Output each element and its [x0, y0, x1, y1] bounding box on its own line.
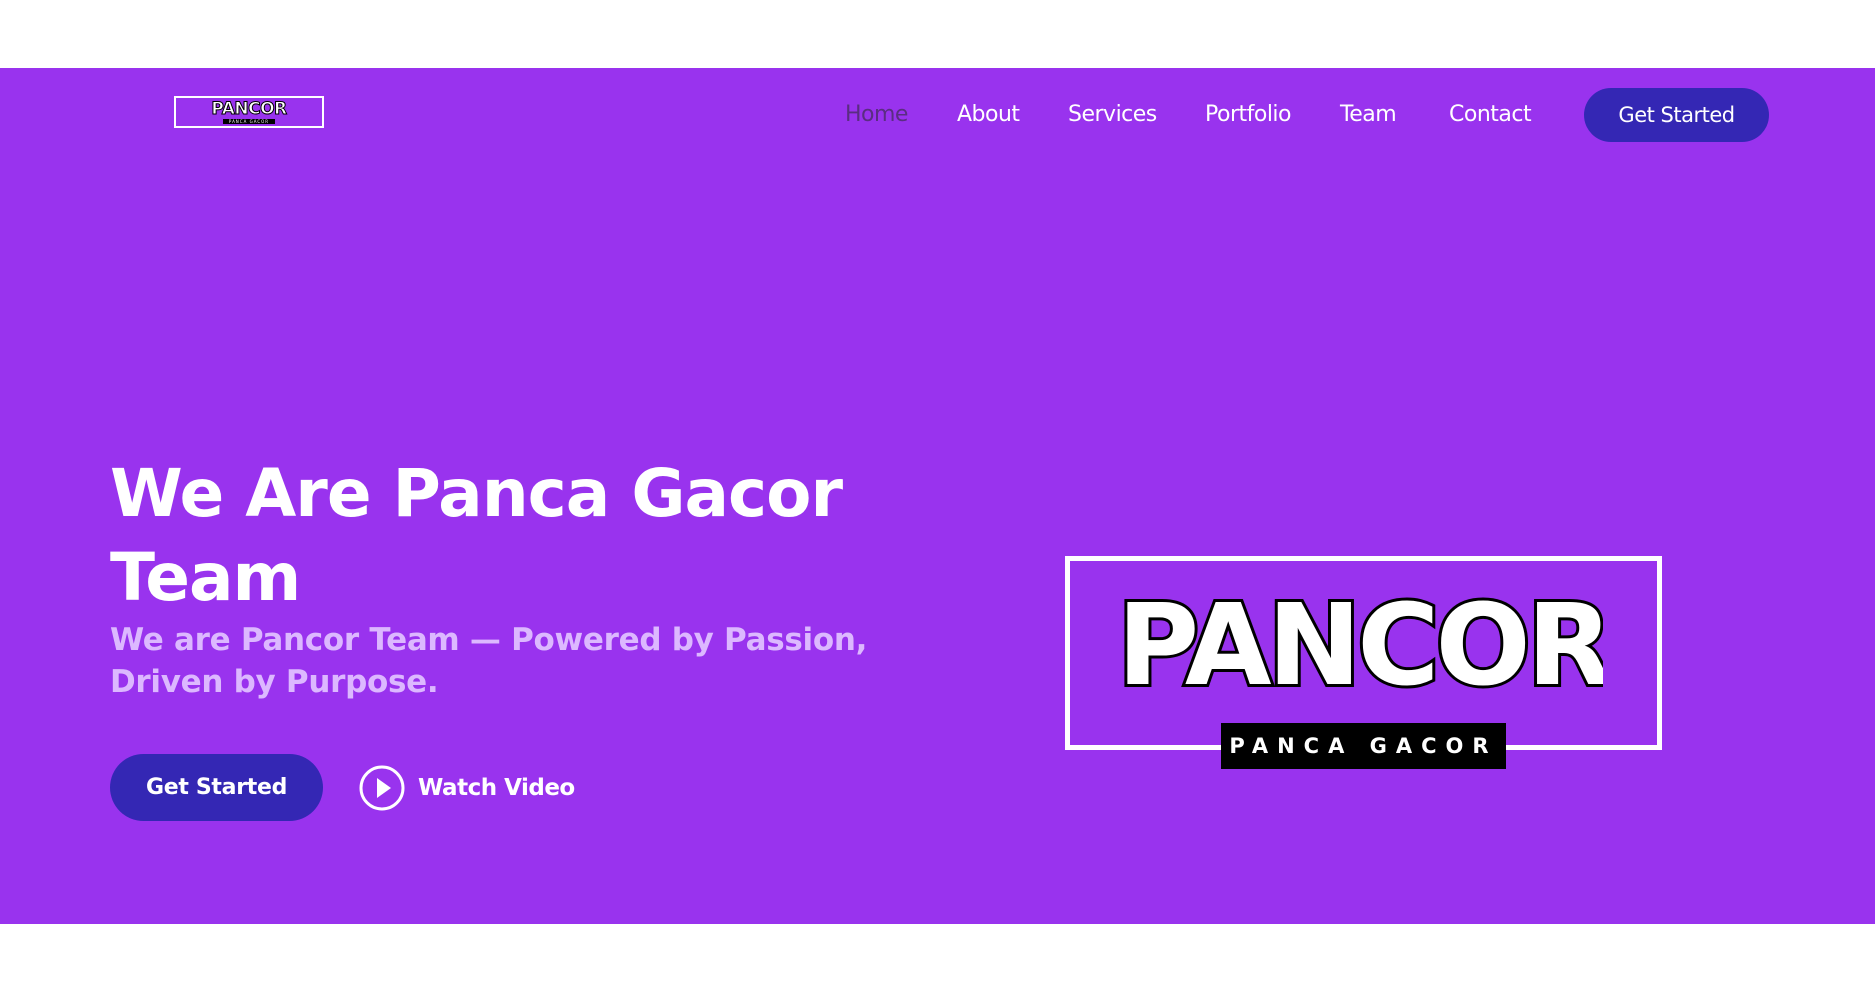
nav-home[interactable]: Home [845, 102, 908, 128]
site-logo[interactable]: PANCOR PANCA GACOR [174, 96, 324, 128]
nav-get-started-button[interactable]: Get Started [1584, 88, 1769, 142]
logo-wordmark-large: PANCOR [1123, 584, 1603, 704]
nav-services[interactable]: Services [1068, 102, 1157, 128]
logo-tagline-large: PANCA GACOR [1221, 723, 1506, 769]
nav-portfolio[interactable]: Portfolio [1205, 102, 1292, 128]
hero-get-started-button[interactable]: Get Started [110, 754, 323, 821]
hero-logo: PANCOR PANCA GACOR [1065, 556, 1662, 774]
nav-about[interactable]: About [957, 102, 1020, 128]
logo-tagline: PANCA GACOR [222, 118, 276, 124]
watch-video-link[interactable]: Watch Video [358, 763, 575, 813]
hero-section: PANCOR PANCA GACOR Home About Services P… [0, 68, 1875, 924]
navbar: PANCOR PANCA GACOR Home About Services P… [0, 68, 1875, 158]
watch-video-label: Watch Video [418, 775, 575, 801]
play-circle-icon [358, 764, 406, 812]
hero-headline: We Are Panca Gacor Team [110, 455, 843, 616]
hero-subtitle: We are Pancor Team — Powered by Passion,… [110, 622, 868, 700]
logo-wordmark: PANCOR [211, 98, 288, 119]
svg-text:PANCOR: PANCOR [1123, 584, 1603, 704]
nav-contact[interactable]: Contact [1449, 102, 1532, 128]
nav-team[interactable]: Team [1340, 102, 1397, 128]
